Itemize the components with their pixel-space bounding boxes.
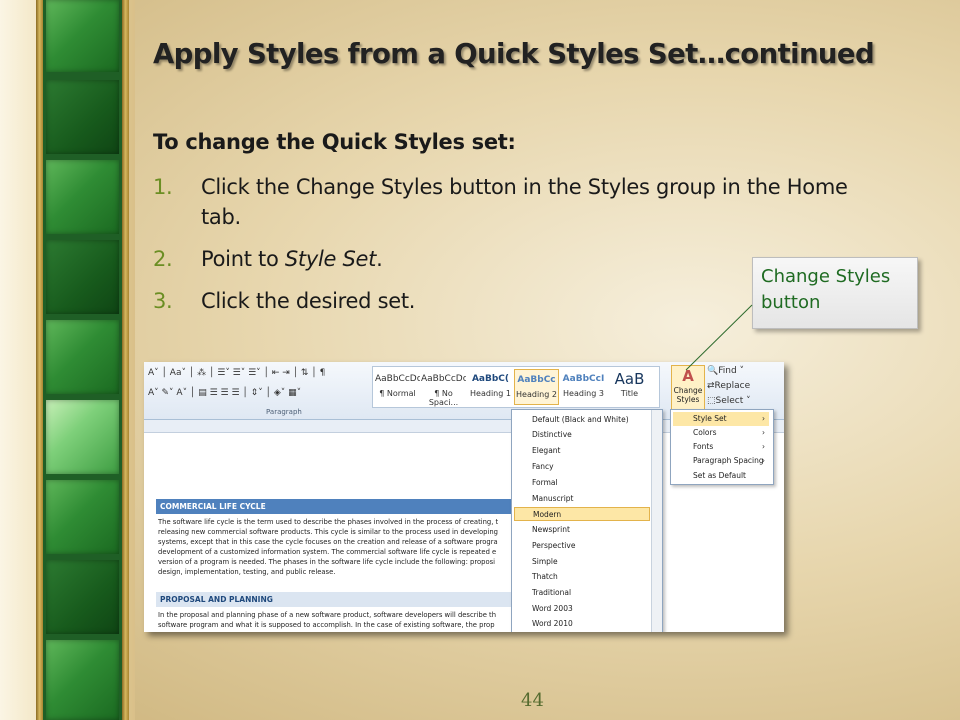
replace-icon: ⇄ <box>707 381 715 391</box>
find-label: Find <box>718 366 737 376</box>
style-set-item[interactable]: Elegant <box>514 444 650 458</box>
green-tile <box>46 0 119 72</box>
change-styles-submenu: Style Set › Colors › Fonts › Paragraph Spac… <box>670 409 774 485</box>
find-button[interactable]: 🔍Find ˅ <box>707 366 744 376</box>
green-tile <box>46 80 119 154</box>
style-label: ¶ Normal <box>379 389 416 398</box>
style-preview: AaBbCc <box>517 375 556 385</box>
menu-item-label: Fonts <box>693 442 714 451</box>
select-button[interactable]: ⬚Select ˅ <box>707 396 751 406</box>
style-set-item[interactable]: Word 2010 <box>514 617 650 631</box>
green-tile <box>46 240 119 314</box>
menu-item-label: Paragraph Spacing <box>693 456 764 465</box>
paragraph-group-label: Paragraph <box>266 408 302 416</box>
style-label: Heading 2 <box>516 390 557 399</box>
style-normal[interactable]: AaBbCcDc ¶ Normal <box>375 369 420 405</box>
menu-item-set-as-default[interactable]: Set as Default <box>673 469 769 483</box>
style-set-item[interactable]: Newsprint <box>514 523 650 537</box>
chevron-right-icon: › <box>762 456 765 465</box>
style-preview: AaBbC( <box>471 374 510 384</box>
style-preview: AaBbCcDc <box>375 374 420 384</box>
menu-item-fonts[interactable]: Fonts › <box>673 440 769 454</box>
style-label: Heading 3 <box>563 389 604 398</box>
replace-button[interactable]: ⇄Replace <box>707 381 750 391</box>
green-tile <box>46 640 119 720</box>
ribbon-toolbar-icons: A˅ │ Aa˅ │ ⁂ │ ☰˅ ☰˅ ☰˅ │ ⇤ ⇥ │ ⇅ │ ¶ <box>148 368 326 378</box>
green-tile <box>46 320 119 394</box>
style-heading-3[interactable]: AaBbCcI Heading 3 <box>561 369 606 405</box>
step-number: 3. <box>153 289 173 313</box>
green-tile <box>46 480 119 554</box>
style-set-item[interactable]: Default (Black and White) <box>514 413 650 427</box>
menu-item-label: Style Set <box>693 414 727 423</box>
doc-paragraph-2: In the proposal and planning phase of a … <box>158 611 497 629</box>
style-set-item[interactable]: Word 2003 <box>514 602 650 616</box>
style-set-dropdown: Default (Black and White) Distinctive El… <box>511 409 663 632</box>
step-text-part: . <box>376 247 383 271</box>
step-number: 2. <box>153 247 173 271</box>
change-styles-label: Styles <box>676 395 700 404</box>
style-label: Title <box>620 389 639 398</box>
style-set-item[interactable]: Simple <box>514 555 650 569</box>
word-screenshot: A˅ │ Aa˅ │ ⁂ │ ☰˅ ☰˅ ☰˅ │ ⇤ ⇥ │ ⇅ │ ¶ A˅… <box>144 362 784 632</box>
doc-paragraph-1: The software life cycle is the term used… <box>158 518 499 576</box>
style-heading-1[interactable]: AaBbC( Heading 1 <box>468 369 513 405</box>
style-set-item[interactable]: Thatch <box>514 570 650 584</box>
dropdown-scrollbar[interactable] <box>651 410 662 632</box>
menu-item-label: Colors <box>693 428 717 437</box>
find-icon: 🔍 <box>707 366 719 376</box>
menu-item-colors[interactable]: Colors › <box>673 426 769 440</box>
change-styles-button[interactable]: A Change Styles <box>671 365 705 412</box>
select-label: Select <box>715 396 744 406</box>
chevron-right-icon: › <box>762 428 765 437</box>
step-text-italic: Style Set <box>284 247 377 271</box>
step-text: Click the Change Styles button in the St… <box>201 175 848 229</box>
style-set-item-highlighted[interactable]: Modern <box>514 507 650 521</box>
gold-stripe-left <box>36 0 43 720</box>
style-set-item[interactable]: Fancy <box>514 460 650 474</box>
page-number: 44 <box>521 690 544 711</box>
menu-item-paragraph-spacing[interactable]: Paragraph Spacing › <box>673 454 769 468</box>
style-label: ¶ No Spaci... <box>428 389 459 407</box>
step-item: 1. Click the Change Styles button in the… <box>153 172 873 232</box>
style-heading-2[interactable]: AaBbCc Heading 2 <box>514 369 559 405</box>
replace-label: Replace <box>714 381 751 391</box>
style-preview: AaBbCcDc <box>421 374 466 384</box>
style-set-item[interactable]: Traditional <box>514 586 650 600</box>
slide-title: Apply Styles from a Quick Styles Set…con… <box>153 38 875 70</box>
style-no-spacing[interactable]: AaBbCcDc ¶ No Spaci... <box>421 369 466 407</box>
style-title[interactable]: AaB Title <box>607 369 652 405</box>
menu-item-style-set[interactable]: Style Set › <box>673 412 769 426</box>
change-styles-label: Change <box>673 386 703 395</box>
green-tile <box>46 560 119 634</box>
chevron-right-icon: › <box>762 414 765 423</box>
ribbon-toolbar-icons-row2: A˅ ✎˅ A˅ │ ▤ ☰ ☰ ☰ │ ⇕˅ │ ◈˅ ▦˅ <box>148 388 302 398</box>
style-set-item[interactable]: Formal <box>514 476 650 490</box>
style-set-item[interactable]: Distinctive <box>514 428 650 442</box>
style-label: Heading 1 <box>470 389 511 398</box>
style-set-item[interactable]: Manuscript <box>514 492 650 506</box>
chevron-right-icon: › <box>762 442 765 451</box>
style-preview: AaB <box>614 370 645 388</box>
style-set-item[interactable]: Perspective <box>514 539 650 553</box>
change-styles-icon: A <box>682 367 694 385</box>
green-tile <box>46 160 119 234</box>
styles-gallery[interactable]: AaBbCcDc ¶ Normal AaBbCcDc ¶ No Spaci... A… <box>372 366 660 408</box>
gold-stripe-right <box>122 0 129 720</box>
style-preview: AaBbCcI <box>562 374 605 384</box>
step-number: 1. <box>153 175 173 199</box>
select-icon: ⬚ <box>707 396 716 406</box>
green-tile <box>46 400 119 474</box>
callout-box: Change Styles button <box>752 257 918 329</box>
subheading: To change the Quick Styles set: <box>153 130 516 154</box>
step-text-part: Point to <box>201 247 285 271</box>
